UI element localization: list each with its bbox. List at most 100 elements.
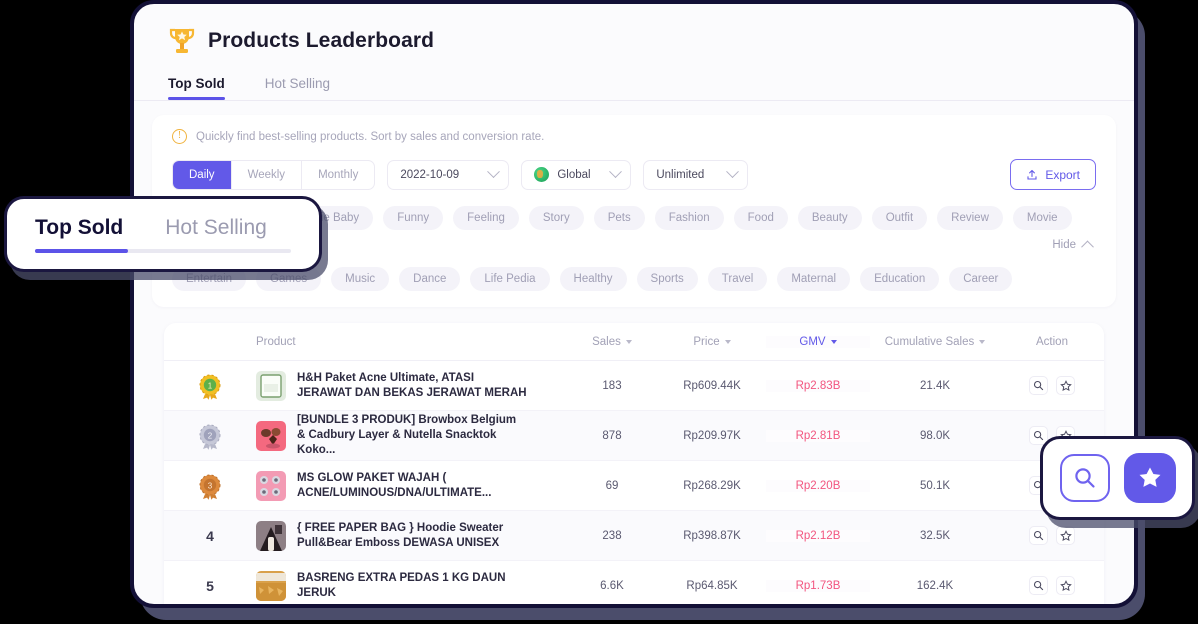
page-title: Products Leaderboard [208,29,434,53]
rank-cell: 4 [164,528,256,544]
sort-sales: Sales [592,336,632,348]
sales-cell: 238 [566,530,658,542]
cumulative-sales-cell: 50.1K [870,480,1000,492]
tab-bar: Top Sold Hot Selling [168,76,1100,100]
column-header-gmv[interactable]: GMV [766,336,870,348]
price-cell: Rp609.44K [658,380,766,392]
column-header-action: Action [1000,336,1104,348]
column-header-sales[interactable]: Sales [566,336,658,348]
action-cell [1000,576,1104,595]
callout-tab-top-sold[interactable]: Top Sold [35,216,123,252]
product-thumb [256,421,286,451]
chip-review[interactable]: Review [937,206,1003,230]
chip-funny[interactable]: Funny [383,206,443,230]
chip-fashion[interactable]: Fashion [655,206,724,230]
chip-outfit[interactable]: Outfit [872,206,927,230]
search-icon[interactable] [1060,454,1110,502]
column-header-price[interactable]: Price [658,336,766,348]
search-icon[interactable] [1029,376,1048,395]
search-icon[interactable] [1029,526,1048,545]
chip-education[interactable]: Education [860,267,939,291]
cumulative-sales-cell: 32.5K [870,530,1000,542]
product-cell: H&H Paket Acne Ultimate, ATASI JERAWAT D… [256,371,566,401]
table-row[interactable]: 1 H&H Paket Acne Ultimate, ATASI JERAWAT… [164,361,1104,411]
chip-career[interactable]: Career [949,267,1012,291]
chevron-up-icon [1081,240,1094,253]
segment-monthly[interactable]: Monthly [302,161,374,189]
segment-weekly[interactable]: Weekly [232,161,303,189]
column-header-cumulative-sales[interactable]: Cumulative Sales [870,336,1000,348]
column-header-product: Product [256,336,566,348]
table-row[interactable]: 3 MS GLOW PA [164,461,1104,511]
callout-action-buttons [1040,436,1195,520]
search-icon[interactable] [1029,576,1048,595]
upload-icon [1026,169,1038,181]
table-row[interactable]: 2 [BUNDLE 3 [164,411,1104,461]
chevron-down-icon [487,165,500,178]
product-thumb [256,471,286,501]
star-outline-icon[interactable] [1056,576,1075,595]
callout-tabs: Top Sold Hot Selling [4,196,322,272]
info-circle-icon: ! [172,129,187,144]
gmv-cell: Rp1.73B [766,580,870,592]
medal-bronze-icon: 3 [197,472,223,500]
caret-down-icon [725,340,731,344]
export-button[interactable]: Export [1010,159,1096,190]
region-dropdown[interactable]: Global [521,160,631,190]
globe-icon [534,167,549,182]
table-row[interactable]: 4 { FREE PAPER BAG } Hoodie Sweater Pull… [164,511,1104,561]
chip-life-pedia[interactable]: Life Pedia [470,267,549,291]
star-outline-icon[interactable] [1056,376,1075,395]
rank-cell: 3 [164,472,256,500]
chip-food[interactable]: Food [734,206,788,230]
chip-music[interactable]: Music [331,267,389,291]
product-name: H&H Paket Acne Ultimate, ATASI JERAWAT D… [297,371,527,401]
product-name: BASRENG EXTRA PEDAS 1 KG DAUN JERUK [297,571,527,601]
callout-tab-hot-selling[interactable]: Hot Selling [165,216,267,252]
callout-tab-underline [35,249,291,253]
hide-toggle[interactable]: Hide [1052,239,1096,251]
action-cell [1000,526,1104,545]
chip-sports[interactable]: Sports [637,267,698,291]
star-outline-icon[interactable] [1056,526,1075,545]
hint-text: Quickly find best-selling products. Sort… [196,131,544,143]
screenshot-stage: Products Leaderboard Top Sold Hot Sellin… [0,0,1198,624]
category-chips-row-2: Entertain Games Music Dance Life Pedia H… [172,267,1096,291]
date-picker[interactable]: 2022-10-09 [387,160,509,190]
chip-travel[interactable]: Travel [708,267,768,291]
star-filled-icon[interactable] [1124,453,1176,503]
caret-down-icon [626,340,632,344]
product-thumb [256,371,286,401]
app-window: Products Leaderboard Top Sold Hot Sellin… [130,0,1138,608]
region-dropdown-label: Global [534,167,590,182]
title-row: Products Leaderboard [168,26,1100,56]
cumulative-sales-cell: 98.0K [870,430,1000,442]
sort-cumulative: Cumulative Sales [885,336,985,348]
chip-dance[interactable]: Dance [399,267,460,291]
svg-text:3: 3 [208,481,213,490]
gmv-cell: Rp2.12B [766,530,870,542]
product-cell: MS GLOW PAKET WAJAH ( ACNE/LUMINOUS/DNA/… [256,471,566,501]
table-row[interactable]: 5 BASRENG EXTRA PEDAS 1 KG DAUN JERUK 6.… [164,561,1104,608]
limit-dropdown[interactable]: Unlimited [643,160,748,190]
chip-story[interactable]: Story [529,206,584,230]
segment-daily[interactable]: Daily [173,161,232,189]
tab-top-sold[interactable]: Top Sold [168,76,225,100]
chip-beauty[interactable]: Beauty [798,206,862,230]
chip-feeling[interactable]: Feeling [453,206,519,230]
price-cell: Rp268.29K [658,480,766,492]
product-thumb [256,521,286,551]
chevron-down-icon [609,165,622,178]
chip-movie[interactable]: Movie [1013,206,1072,230]
chip-healthy[interactable]: Healthy [560,267,627,291]
tab-hot-selling[interactable]: Hot Selling [265,76,330,100]
chip-pets[interactable]: Pets [594,206,645,230]
period-segmented-control: Daily Weekly Monthly [172,160,375,190]
region-dropdown-value: Global [557,169,590,181]
action-cell [1000,376,1104,395]
chip-maternal[interactable]: Maternal [777,267,850,291]
sort-price: Price [693,336,730,348]
product-cell: [BUNDLE 3 PRODUK] Browbox Belgium & Cadb… [256,413,566,458]
price-cell: Rp398.87K [658,530,766,542]
sales-cell: 6.6K [566,580,658,592]
